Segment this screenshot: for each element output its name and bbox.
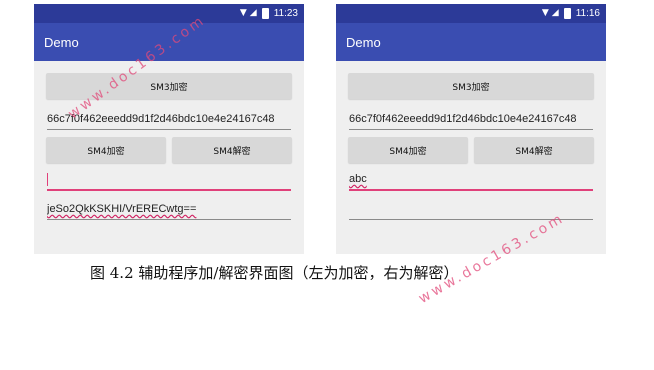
status-bar: ▼ ◢ 11:16 (336, 4, 606, 23)
status-bar: ▼ ◢ 11:23 (34, 4, 304, 23)
app-title: Demo (44, 34, 79, 50)
app-title: Demo (346, 34, 381, 50)
screenshot-encrypt: ▼ ◢ 11:23 Demo SM3加密 66c7f0f462eeedd9d1f… (34, 4, 304, 254)
text-cursor (47, 172, 48, 186)
ciphertext-value: jeSo2QkKSKHI/VrERECwtg== (47, 203, 197, 215)
plaintext-input[interactable]: abc (349, 171, 593, 191)
figure-caption: 图 4.2 辅助程序加/解密界面图（左为加密，右为解密） (90, 264, 459, 282)
wifi-icon: ▼ (541, 8, 549, 18)
signal-icon: ◢ (551, 8, 559, 18)
sm4-decrypt-button[interactable]: SM4解密 (172, 137, 292, 163)
sm4-decrypt-button[interactable]: SM4解密 (474, 137, 594, 163)
signal-icon: ◢ (249, 8, 257, 18)
status-time: 11:23 (273, 8, 298, 19)
battery-icon (563, 8, 571, 19)
battery-icon (261, 8, 269, 19)
wifi-icon: ▼ (239, 8, 247, 18)
screenshot-decrypt: ▼ ◢ 11:16 Demo SM3加密 66c7f0f462eeedd9d1f… (336, 4, 606, 254)
sm4-encrypt-button[interactable]: SM4加密 (46, 137, 166, 163)
sm3-encrypt-button[interactable]: SM3加密 (348, 73, 594, 99)
ciphertext-output[interactable]: jeSo2QkKSKHI/VrERECwtg== (47, 201, 291, 220)
sm4-encrypt-button[interactable]: SM4加密 (348, 137, 468, 163)
plaintext-input[interactable] (47, 171, 291, 191)
app-bar: Demo (336, 23, 606, 61)
status-time: 11:16 (575, 8, 600, 19)
sm3-hash-field[interactable]: 66c7f0f462eeedd9d1f2d46bdc10e4e24167c48 (349, 111, 593, 130)
plaintext-value: abc (349, 173, 367, 185)
